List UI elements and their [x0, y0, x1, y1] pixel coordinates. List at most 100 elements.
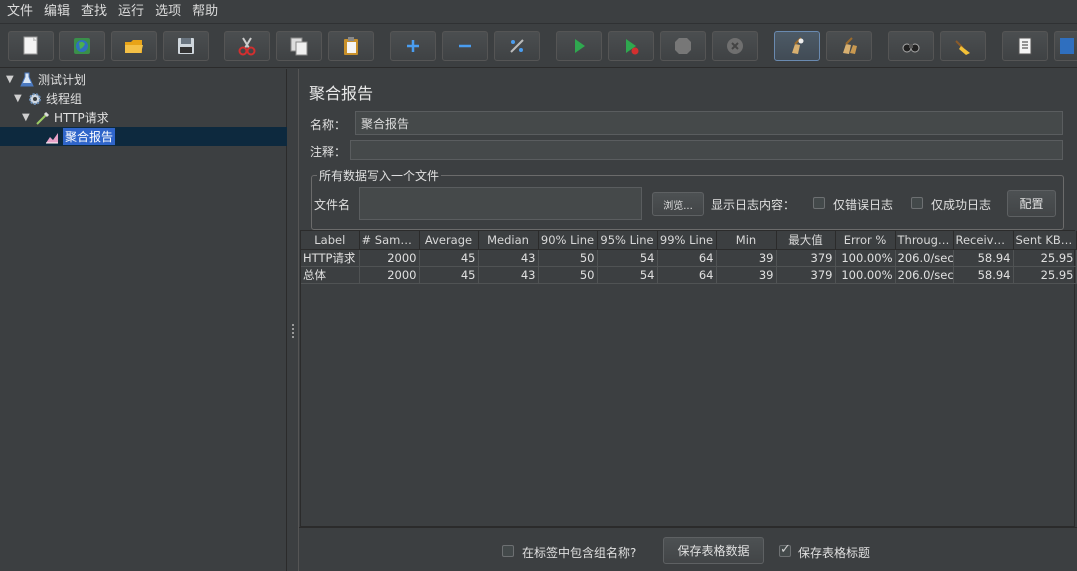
shutdown-icon [727, 38, 743, 54]
clear-button[interactable] [774, 31, 820, 61]
configure-button[interactable]: 配置 [1007, 190, 1056, 217]
name-field[interactable] [355, 111, 1063, 135]
splitter-grip[interactable] [291, 322, 295, 338]
table-cell: 379 [776, 266, 836, 284]
bottom-bar: 在标签中包含组名称? 保存表格数据 保存表格标题 [299, 527, 1077, 571]
panel-title: 聚合报告 [309, 84, 374, 103]
browse-button[interactable]: 浏览... [652, 192, 704, 216]
column-header[interactable]: Min [716, 231, 777, 250]
flask-icon [19, 72, 35, 88]
column-header[interactable]: Median [478, 231, 539, 250]
column-header[interactable]: Received... [953, 231, 1014, 250]
menu-help[interactable]: 帮助 [187, 0, 224, 24]
stop-button[interactable] [660, 31, 706, 61]
collapse-icon [459, 44, 471, 48]
save-table-header-checkbox[interactable] [779, 542, 791, 557]
table-cell: 206.0/sec [895, 249, 954, 267]
include-group-name-label: 在标签中包含组名称? [522, 546, 637, 560]
function-helper-icon [1018, 37, 1032, 55]
paste-button[interactable] [328, 31, 374, 61]
table-cell: 2000 [359, 266, 420, 284]
menu-options[interactable]: 选项 [150, 0, 187, 24]
toggle-button[interactable] [494, 31, 540, 61]
cut-icon [238, 37, 256, 56]
aggregate-report-panel: 聚合报告 名称： 注释： 所有数据写入一个文件 文件名 浏览... 显示日志内容… [298, 69, 1077, 571]
write-to-file-title: 所有数据写入一个文件 [317, 167, 442, 184]
clear-icon [792, 37, 804, 54]
column-header[interactable]: 99% Line [657, 231, 717, 250]
table-cell: 100.00% [835, 249, 896, 267]
search-button[interactable] [888, 31, 934, 61]
save-button[interactable] [163, 31, 209, 61]
errors-only-checkbox[interactable] [813, 197, 825, 209]
table-cell: 45 [419, 266, 479, 284]
menu-edit[interactable]: 编辑 [39, 0, 76, 24]
templates-icon [74, 38, 90, 54]
filename-field[interactable] [359, 187, 642, 220]
start-icon [575, 39, 585, 53]
table-cell: 50 [538, 249, 598, 267]
table-row[interactable]: 总体 2000 45 43 50 54 64 39 379 100.00% 20… [301, 266, 1077, 284]
tree-label-test-plan: 测试计划 [38, 73, 87, 87]
success-only-label: 仅成功日志 [931, 198, 992, 212]
column-header[interactable]: 最大值 [776, 231, 836, 250]
help-button[interactable] [1054, 31, 1077, 61]
tree-expanded-icon[interactable]: ▼ [6, 74, 16, 85]
paste-icon [344, 37, 358, 55]
column-header[interactable]: Sent KB/... [1013, 231, 1077, 250]
column-header[interactable]: 90% Line [538, 231, 598, 250]
expand-button[interactable] [390, 31, 436, 61]
tree-label-http-request: HTTP请求 [54, 111, 109, 125]
results-table-area: Label # Sampl... Average Median 90% Line… [300, 230, 1077, 527]
open-button[interactable] [111, 31, 157, 61]
save-table-data-button[interactable]: 保存表格数据 [663, 537, 764, 564]
function-helper-button[interactable] [1002, 31, 1048, 61]
column-header[interactable]: Through... [895, 231, 954, 250]
table-cell: 总体 [301, 266, 360, 284]
table-cell: 45 [419, 249, 479, 267]
start-no-pauses-button[interactable] [608, 31, 654, 61]
tree-expanded-icon[interactable]: ▼ [22, 112, 32, 123]
menu-file[interactable]: 文件 [2, 0, 39, 24]
column-header[interactable]: Label [301, 231, 360, 250]
new-button[interactable] [8, 31, 54, 61]
cut-button[interactable] [224, 31, 270, 61]
reset-search-button[interactable] [940, 31, 986, 61]
tree-node-http-request[interactable]: ▼ HTTP请求 [22, 108, 109, 127]
copy-button[interactable] [276, 31, 322, 61]
success-only-checkbox[interactable] [911, 197, 923, 209]
table-cell: 54 [597, 266, 658, 284]
results-table: Label # Sampl... Average Median 90% Line… [301, 231, 1077, 284]
search-icon [902, 43, 920, 53]
tree-node-thread-group[interactable]: ▼ 线程组 [14, 89, 82, 108]
table-cell: 379 [776, 249, 836, 267]
shutdown-button[interactable] [712, 31, 758, 61]
table-cell: 54 [597, 249, 658, 267]
templates-button[interactable] [59, 31, 105, 61]
column-header[interactable]: # Sampl... [359, 231, 420, 250]
column-header[interactable]: Average [419, 231, 479, 250]
column-header[interactable]: 95% Line [597, 231, 658, 250]
tree-label-aggregate-report: 聚合报告 [63, 128, 116, 145]
clear-all-button[interactable] [826, 31, 872, 61]
tree-node-test-plan[interactable]: ▼ 测试计划 [6, 70, 86, 89]
include-group-name-checkbox[interactable] [502, 545, 514, 557]
filename-label: 文件名 [314, 198, 351, 212]
tree-expanded-icon[interactable]: ▼ [14, 93, 24, 104]
table-cell: 206.0/sec [895, 266, 954, 284]
menu-search[interactable]: 查找 [76, 0, 113, 24]
menu-run[interactable]: 运行 [113, 0, 150, 24]
panel-splitter[interactable] [288, 69, 298, 571]
start-button[interactable] [556, 31, 602, 61]
toggle-icon [510, 39, 524, 53]
table-row[interactable]: HTTP请求 2000 45 43 50 54 64 39 379 100.00… [301, 249, 1077, 267]
table-cell: 64 [657, 266, 717, 284]
comment-field[interactable] [350, 140, 1063, 160]
graph-icon [44, 129, 60, 145]
column-header[interactable]: Error % [835, 231, 896, 250]
table-cell: 58.94 [953, 266, 1014, 284]
reset-search-icon [955, 40, 970, 55]
menu-bar: 文件 编辑 查找 运行 选项 帮助 [0, 0, 1077, 24]
tree-node-aggregate-report[interactable]: 聚合报告 [44, 127, 116, 146]
collapse-button[interactable] [442, 31, 488, 61]
